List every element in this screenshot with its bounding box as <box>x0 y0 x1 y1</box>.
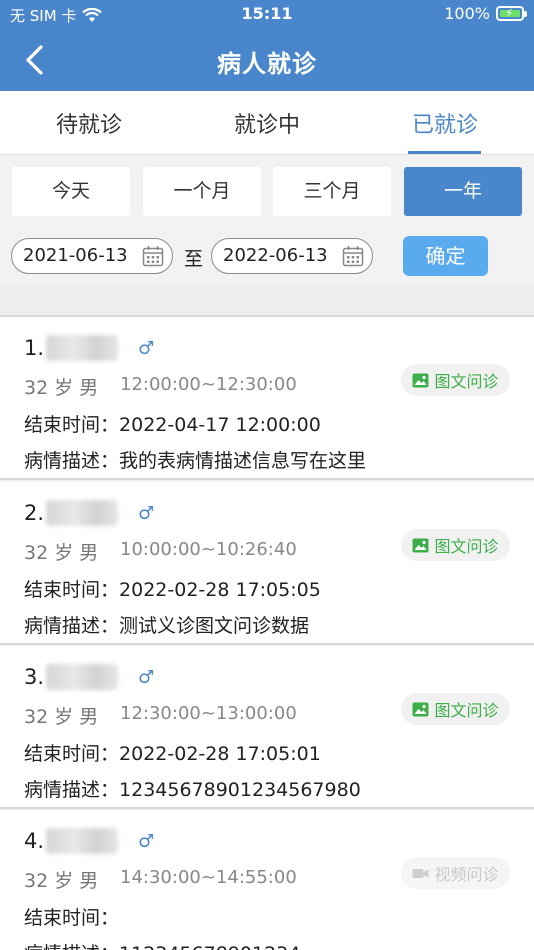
consult-type-label: 视频问诊 <box>434 865 499 884</box>
description-value: 我的表病情描述信息写在这里 <box>119 450 367 472</box>
date-separator: 至 <box>184 248 204 270</box>
patient-age-gender: 32 岁 男 <box>24 542 99 564</box>
calendar-icon <box>142 246 164 267</box>
patient-card-4[interactable]: 4. ♂ 32 岁 男 14:30:00~14:55:00 视频问诊 结束时间：… <box>0 810 534 950</box>
description-row: 病情描述：测试义诊图文问诊数据 <box>24 611 309 638</box>
patient-name-row: 3. ♂ <box>24 664 154 690</box>
charging-bolt-icon: ⚡ <box>505 6 514 20</box>
end-time-label: 结束时间： <box>24 743 120 765</box>
patient-name-redacted <box>46 664 119 690</box>
calendar-icon <box>342 246 364 267</box>
tab-waiting[interactable]: 待就诊 <box>0 107 178 139</box>
patient-index: 2. <box>24 501 45 525</box>
end-time-row: 结束时间： <box>24 903 119 930</box>
end-time-label: 结束时间： <box>24 907 120 929</box>
status-right: 100% ⚡ <box>444 4 527 23</box>
patient-card-3[interactable]: 3. ♂ 32 岁 男 12:30:00~13:00:00 图文问诊 结束时间：… <box>0 646 534 809</box>
patient-card-1[interactable]: 1. ♂ 32 岁 男 12:00:00~12:30:00 图文问诊 结束时间：… <box>0 317 534 480</box>
end-date-field[interactable]: 2022-06-13 <box>211 238 373 274</box>
navigation-bar: 病人就诊 <box>0 30 534 91</box>
range-one-month-button[interactable]: 一个月 <box>143 167 261 216</box>
patient-card-2[interactable]: 2. ♂ 32 岁 男 10:00:00~10:26:40 图文问诊 结束时间：… <box>0 482 534 645</box>
patient-name-row: 1. ♂ <box>24 335 154 361</box>
description-label: 病情描述： <box>24 615 120 637</box>
patient-name-row: 2. ♂ <box>24 500 154 526</box>
male-icon: ♂ <box>138 502 155 524</box>
status-tabs: 待就诊 就诊中 已就诊 <box>0 91 534 155</box>
image-icon <box>412 538 429 552</box>
patient-name-row: 4. ♂ <box>24 828 154 854</box>
end-date-value: 2022-06-13 <box>223 245 328 266</box>
appointment-time-range: 10:00:00~10:26:40 <box>120 539 297 560</box>
patient-name-redacted <box>46 335 119 361</box>
male-icon: ♂ <box>138 337 155 359</box>
appointment-time-range: 12:00:00~12:30:00 <box>120 374 297 395</box>
tab-completed[interactable]: 已就诊 <box>356 107 534 139</box>
page-title: 病人就诊 <box>217 50 317 78</box>
end-time-value: 2022-02-28 17:05:05 <box>119 579 321 601</box>
battery-icon: ⚡ <box>496 6 527 21</box>
image-icon <box>412 702 429 716</box>
consult-type-label: 图文问诊 <box>434 701 499 720</box>
description-label: 病情描述： <box>24 450 120 472</box>
description-row: 病情描述：12345678901234567980 <box>24 775 361 802</box>
appointment-time-range: 12:30:00~13:00:00 <box>120 703 297 724</box>
video-camera-icon <box>412 868 429 878</box>
patient-name-redacted <box>46 500 119 526</box>
description-label: 病情描述： <box>24 939 119 950</box>
end-time-label: 结束时间： <box>24 579 120 601</box>
start-date-value: 2021-06-13 <box>23 245 128 266</box>
end-time-row: 结束时间：2022-02-28 17:05:01 <box>24 739 321 766</box>
battery-percent: 100% <box>444 4 490 23</box>
end-time-value: 2022-04-17 12:00:00 <box>119 414 321 436</box>
range-three-months-button[interactable]: 三个月 <box>273 167 391 216</box>
male-icon: ♂ <box>138 666 155 688</box>
description-value: 测试义诊图文问诊数据 <box>119 615 310 637</box>
end-time-row: 结束时间：2022-04-17 12:00:00 <box>24 410 321 437</box>
range-one-year-button[interactable]: 一年 <box>404 167 522 216</box>
image-icon <box>412 373 429 387</box>
description-label: 病情描述： <box>24 779 120 801</box>
male-icon: ♂ <box>138 830 155 852</box>
patient-age-gender: 32 岁 男 <box>24 870 99 892</box>
end-time-row: 结束时间：2022-02-28 17:05:05 <box>24 575 321 602</box>
description-row: 病情描述：112345678901234 <box>24 939 300 950</box>
consult-type-label: 图文问诊 <box>434 372 499 391</box>
end-time-value: 2022-02-28 17:05:01 <box>119 743 321 765</box>
consult-type-badge[interactable]: 图文问诊 <box>401 364 510 396</box>
consult-type-badge[interactable]: 视频问诊 <box>401 857 510 889</box>
start-date-field[interactable]: 2021-06-13 <box>11 238 173 274</box>
patient-age-gender: 32 岁 男 <box>24 706 99 728</box>
appointment-time-range: 14:30:00~14:55:00 <box>120 867 297 888</box>
consult-type-badge[interactable]: 图文问诊 <box>401 529 510 561</box>
patient-index: 4. <box>24 829 45 853</box>
patient-index: 1. <box>24 336 45 360</box>
consult-type-label: 图文问诊 <box>434 537 499 556</box>
patient-age-gender: 32 岁 男 <box>24 377 99 399</box>
description-value: 12345678901234567980 <box>119 779 361 801</box>
patient-name-redacted <box>46 828 119 854</box>
range-today-button[interactable]: 今天 <box>12 167 130 216</box>
confirm-button[interactable]: 确定 <box>403 236 488 276</box>
description-row: 病情描述：我的表病情描述信息写在这里 <box>24 446 366 473</box>
consult-type-badge[interactable]: 图文问诊 <box>401 693 510 725</box>
section-gap <box>0 285 534 315</box>
tab-in-progress[interactable]: 就诊中 <box>178 107 356 139</box>
active-tab-indicator <box>408 151 481 154</box>
status-bar: 无 SIM 卡 15:11 100% ⚡ <box>0 0 534 30</box>
end-time-label: 结束时间： <box>24 414 120 436</box>
patient-index: 3. <box>24 665 45 689</box>
description-value: 112345678901234 <box>119 943 300 950</box>
